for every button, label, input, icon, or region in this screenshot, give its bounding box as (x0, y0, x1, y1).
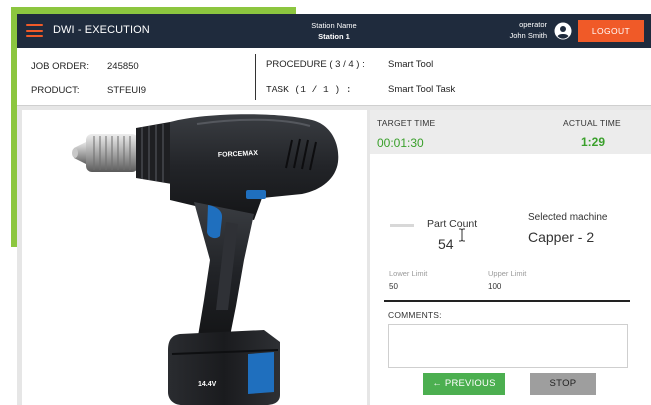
product-label: PRODUCT: (31, 85, 80, 96)
actual-time-value: 1:29 (581, 135, 606, 149)
info-divider (255, 54, 256, 100)
section-divider (384, 300, 630, 302)
top-bar: DWI - EXECUTION Station Name Station 1 o… (17, 14, 651, 48)
job-order-value: 245850 (107, 61, 139, 72)
target-time-label: TARGET TIME (377, 118, 436, 128)
previous-button-label: PREVIOUS (444, 378, 496, 389)
part-count-value: 54 (438, 236, 454, 252)
order-info-bar: JOB ORDER: 245850 PRODUCT: STFEUI9 PROCE… (17, 48, 651, 106)
station-value: Station 1 (318, 32, 350, 41)
operator-name: John Smith (509, 31, 547, 40)
lower-limit-value: 50 (389, 282, 398, 291)
target-time-value: 00:01:30 (377, 136, 424, 150)
actual-time-label: ACTUAL TIME (563, 118, 621, 128)
comments-input[interactable] (388, 324, 628, 368)
app-title: DWI - EXECUTION (53, 24, 150, 36)
execution-panel: TARGET TIME 00:01:30 ACTUAL TIME 1:29 Pa… (370, 110, 651, 405)
dwi-app-window: DWI - EXECUTION Station Name Station 1 o… (17, 14, 651, 405)
job-order-label: JOB ORDER: (31, 61, 90, 72)
battery-voltage-label: 14.4V (198, 381, 217, 388)
product-image-panel: FORCEMAX 14.4V (22, 110, 367, 405)
lower-limit-label: Lower Limit (389, 269, 428, 278)
screen: DWI - EXECUTION Station Name Station 1 o… (0, 0, 651, 405)
cordless-drill-image: FORCEMAX 14.4V (72, 114, 339, 405)
station-info: Station Name Station 1 (279, 20, 389, 42)
upper-limit-label: Upper Limit (488, 269, 527, 278)
arrow-left-icon: ← (432, 378, 443, 389)
logout-button[interactable]: LOGOUT (578, 20, 644, 42)
selected-machine-label: Selected machine (528, 212, 608, 223)
procedure-label: PROCEDURE ( 3 / 4 ) : (266, 59, 365, 70)
stop-button[interactable]: STOP (530, 373, 596, 395)
product-value: STFEUI9 (107, 85, 147, 96)
previous-button[interactable]: ← PREVIOUS (423, 373, 505, 395)
comments-label: COMMENTS: (388, 310, 442, 320)
task-label: TASK (1 / 1 ) : (266, 84, 352, 95)
part-count-label: Part Count (427, 218, 478, 230)
part-count-icon (390, 224, 414, 227)
station-label: Station Name (311, 21, 357, 30)
upper-limit-value: 100 (488, 282, 502, 291)
user-circle-icon[interactable] (554, 22, 572, 40)
operator-label: operator (519, 20, 547, 29)
operator-info: operator John Smith (487, 19, 547, 41)
text-cursor-icon (459, 228, 465, 242)
hamburger-menu-icon[interactable] (26, 24, 43, 38)
procedure-value: Smart Tool (388, 59, 434, 70)
time-header: TARGET TIME 00:01:30 ACTUAL TIME 1:29 (370, 110, 651, 154)
task-value: Smart Tool Task (388, 84, 456, 95)
selected-machine-value: Capper - 2 (528, 229, 595, 245)
